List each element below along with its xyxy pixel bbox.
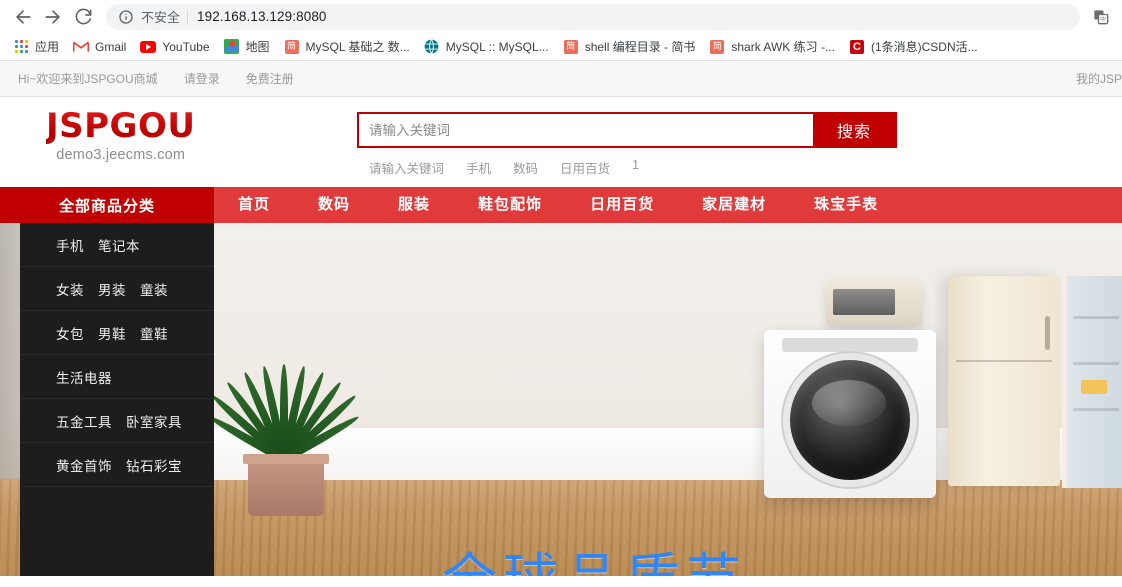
browser-toolbar: 不安全 192.168.13.129:8080 中 xyxy=(0,0,1122,33)
svg-text:中: 中 xyxy=(1100,15,1106,23)
bookmark-youtube[interactable]: YouTube xyxy=(133,36,216,58)
category-item[interactable]: 黄金首饰 钻石彩宝 xyxy=(20,443,214,487)
category-menu: 手机 笔记本 女装 男装 童装 女包 男鞋 童鞋 生活电器 五金工具 卧室家具 … xyxy=(20,223,214,576)
hot-keyword[interactable]: 数码 xyxy=(513,158,538,177)
bookmark-awk[interactable]: 简 shark AWK 练习 -... xyxy=(702,36,842,58)
category-item[interactable]: 五金工具 卧室家具 xyxy=(20,399,214,443)
bookmark-label: 应用 xyxy=(35,39,60,54)
bookmark-shell[interactable]: 简 shell 编程目录 - 简书 xyxy=(556,36,703,58)
bookmark-label: (1条消息)CSDN活... xyxy=(870,39,978,54)
jianshu-icon: 简 xyxy=(709,39,725,55)
nav-item-clothing[interactable]: 服装 xyxy=(374,187,454,223)
logo-wordmark: JSPGOU xyxy=(46,106,196,146)
plant-pot xyxy=(243,454,329,516)
bookmark-apps[interactable]: 应用 xyxy=(6,36,66,58)
bookmark-label: Gmail xyxy=(95,39,127,54)
category-item[interactable]: 手机 笔记本 xyxy=(20,223,214,267)
banner-headline-top: 全球品质节 xyxy=(442,552,747,577)
jianshu-icon: 简 xyxy=(284,39,300,55)
site-logo[interactable]: JSPGOU demo3.jeecms.com xyxy=(46,107,195,163)
category-item[interactable]: 生活电器 xyxy=(20,355,214,399)
category-link[interactable]: 钻石彩宝 xyxy=(126,455,182,475)
plant-decoration xyxy=(207,286,361,516)
category-link[interactable]: 男装 xyxy=(98,279,126,299)
bookmark-label: MySQL :: MySQL... xyxy=(445,39,549,54)
category-link[interactable]: 童鞋 xyxy=(140,323,168,343)
back-button[interactable] xyxy=(8,2,38,32)
hot-keyword[interactable]: 手机 xyxy=(466,158,491,177)
jianshu-icon: 简 xyxy=(563,39,579,55)
category-link[interactable]: 男鞋 xyxy=(98,323,126,343)
csdn-icon: C xyxy=(849,39,865,55)
bookmark-label: shell 编程目录 - 简书 xyxy=(584,39,696,54)
browser-chrome: 不安全 192.168.13.129:8080 中 应用 Gmail YouTu… xyxy=(0,0,1122,61)
refrigerator-appliance xyxy=(948,276,1060,486)
info-circle-icon xyxy=(118,9,134,25)
google-maps-icon xyxy=(224,39,240,55)
address-bar[interactable]: 不安全 192.168.13.129:8080 xyxy=(106,3,1080,30)
nav-item-shoes-bags[interactable]: 鞋包配饰 xyxy=(454,187,566,223)
hot-keyword[interactable]: 1 xyxy=(632,158,639,177)
login-link[interactable]: 请登录 xyxy=(184,70,220,87)
bookmark-csdn[interactable]: C (1条消息)CSDN活... xyxy=(842,36,985,58)
open-refrigerator xyxy=(1062,276,1122,488)
search-input[interactable] xyxy=(359,114,813,146)
search-box: 搜索 xyxy=(357,112,897,148)
category-item[interactable]: 女包 男鞋 童鞋 xyxy=(20,311,214,355)
site-header: JSPGOU demo3.jeecms.com 搜索 请输入关键词 手机 数码 … xyxy=(0,97,1122,187)
bookmark-gmail[interactable]: Gmail xyxy=(66,36,133,58)
nav-item-jewelry-watches[interactable]: 珠宝手表 xyxy=(790,187,902,223)
category-link[interactable]: 五金工具 xyxy=(56,411,112,431)
hot-keywords: 请输入关键词 手机 数码 日用百货 1 xyxy=(357,158,897,177)
bookmark-mysql-basics[interactable]: 简 MySQL 基础之 数... xyxy=(277,36,417,58)
youtube-icon xyxy=(140,39,157,55)
category-link[interactable]: 女装 xyxy=(56,279,84,299)
bookmark-label: YouTube xyxy=(162,39,210,54)
bookmark-label: MySQL 基础之 数... xyxy=(305,39,410,54)
search-area: 搜索 请输入关键词 手机 数码 日用百货 1 xyxy=(357,112,897,177)
category-link[interactable]: 笔记本 xyxy=(98,235,140,255)
my-account-link[interactable]: 我的JSP xyxy=(1076,70,1122,87)
site-topbar: Hi~欢迎来到JSPGOU商城 请登录 免费注册 我的JSP xyxy=(0,61,1122,97)
category-link[interactable]: 生活电器 xyxy=(56,367,112,387)
all-categories-button[interactable]: 全部商品分类 xyxy=(0,187,214,223)
globe-icon xyxy=(424,39,440,55)
category-item[interactable]: 女装 男装 童装 xyxy=(20,267,214,311)
extension-icon[interactable]: 中 xyxy=(1088,4,1114,30)
bookmark-mysql-docs[interactable]: MySQL :: MySQL... xyxy=(417,36,556,58)
bookmarks-bar: 应用 Gmail YouTube 地图 简 MySQL 基础之 数... MyS… xyxy=(0,33,1122,61)
apps-grid-icon xyxy=(13,39,29,55)
nav-item-home-building[interactable]: 家居建材 xyxy=(678,187,790,223)
page-content: Hi~欢迎来到JSPGOU商城 请登录 免费注册 我的JSP JSPGOU de… xyxy=(0,61,1122,576)
hot-keyword[interactable]: 日用百货 xyxy=(560,158,610,177)
microwave-appliance xyxy=(826,280,922,326)
bookmark-label: shark AWK 练习 -... xyxy=(731,39,835,54)
forward-button[interactable] xyxy=(38,2,68,32)
nav-item-daily-goods[interactable]: 日用百货 xyxy=(566,187,678,223)
gmail-icon xyxy=(73,39,90,55)
welcome-text: Hi~欢迎来到JSPGOU商城 xyxy=(18,72,158,86)
logo-domain: demo3.jeecms.com xyxy=(56,147,186,163)
bookmark-maps[interactable]: 地图 xyxy=(217,36,277,58)
main-navigation: 全部商品分类 首页 数码 服装 鞋包配饰 日用百货 家居建材 珠宝手表 xyxy=(0,187,1122,223)
hot-keyword[interactable]: 请输入关键词 xyxy=(369,158,444,177)
category-link[interactable]: 手机 xyxy=(56,235,84,255)
nav-item-home[interactable]: 首页 xyxy=(214,187,294,223)
nav-items: 首页 数码 服装 鞋包配饰 日用百货 家居建材 珠宝手表 xyxy=(214,187,902,223)
url-text: 192.168.13.129:8080 xyxy=(197,9,327,24)
category-link[interactable]: 女包 xyxy=(56,323,84,343)
search-button[interactable]: 搜索 xyxy=(813,114,895,146)
security-status: 不安全 xyxy=(141,10,181,25)
category-link[interactable]: 童装 xyxy=(140,279,168,299)
washing-machine-appliance xyxy=(764,330,936,498)
bookmark-label: 地图 xyxy=(245,39,270,54)
content-area: 全球品质节 品质预售 2.25日0:00-3.5日9:00 3.5日10:00-… xyxy=(0,223,1122,576)
register-link[interactable]: 免费注册 xyxy=(246,70,294,87)
nav-item-digital[interactable]: 数码 xyxy=(294,187,374,223)
category-link[interactable]: 黄金首饰 xyxy=(56,455,112,475)
divider xyxy=(187,9,189,24)
category-link[interactable]: 卧室家具 xyxy=(126,411,182,431)
reload-button[interactable] xyxy=(68,2,98,32)
